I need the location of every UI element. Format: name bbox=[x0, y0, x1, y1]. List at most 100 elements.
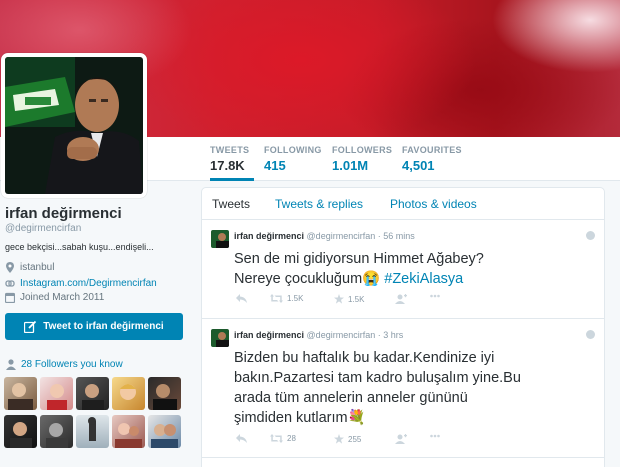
stat-following[interactable]: FOLLOWING 415 bbox=[264, 145, 324, 181]
retweet-button[interactable]: 1.5K bbox=[270, 294, 303, 303]
stat-label: FOLLOWING bbox=[264, 145, 322, 155]
stat-value: 17.8K bbox=[210, 158, 245, 173]
profile-avatar[interactable] bbox=[1, 53, 147, 198]
link-icon bbox=[5, 280, 15, 287]
tweet-avatar[interactable] bbox=[211, 230, 229, 248]
tab-tweets-replies[interactable]: Tweets & replies bbox=[275, 197, 363, 211]
follower-avatar[interactable] bbox=[76, 377, 109, 410]
add-user-icon bbox=[395, 434, 407, 444]
more-button[interactable] bbox=[430, 434, 440, 438]
reply-button[interactable] bbox=[236, 294, 247, 303]
retweet-count: 28 bbox=[287, 434, 296, 443]
followers-you-know-label: 28 Followers you know bbox=[21, 359, 123, 370]
person-icon bbox=[6, 359, 16, 370]
followers-you-know-link[interactable]: 28 Followers you know bbox=[5, 359, 123, 370]
favorite-button[interactable]: 255 bbox=[334, 434, 361, 444]
follower-photo bbox=[153, 384, 177, 410]
location-text: istanbul bbox=[20, 262, 55, 273]
more-button[interactable] bbox=[430, 294, 440, 298]
tab-photos-videos[interactable]: Photos & videos bbox=[390, 197, 477, 211]
follower-avatar[interactable] bbox=[76, 415, 109, 448]
crying-emoji: 😭 bbox=[362, 271, 381, 287]
compose-icon bbox=[24, 320, 37, 333]
tweet-avatar[interactable] bbox=[211, 329, 229, 347]
stat-label: FAVOURITES bbox=[402, 145, 462, 155]
follower-photo bbox=[82, 384, 104, 410]
tweet-header: irfan değirmenci @degirmencirfan · 3 hrs bbox=[234, 330, 403, 340]
favorite-count: 1.5K bbox=[348, 294, 365, 304]
profile-bio: gece bekçisi...sabah kuşu...endişeli... bbox=[5, 242, 154, 252]
stat-label: TWEETS bbox=[210, 145, 250, 155]
hashtag-link[interactable]: #ZekiAlasya bbox=[384, 271, 463, 287]
follower-photo bbox=[151, 424, 178, 448]
reply-icon bbox=[236, 434, 247, 443]
stat-followers[interactable]: FOLLOWERS 1.01M bbox=[332, 145, 392, 181]
tweet-to-label: Tweet to irfan değirmenci bbox=[43, 321, 164, 332]
retweet-count: 1.5K bbox=[287, 294, 304, 303]
follower-photo bbox=[88, 417, 96, 441]
follower-photo bbox=[8, 383, 33, 410]
tweet-line: Bizden bu haftalık bu kadar.Kendinize iy… bbox=[234, 350, 495, 366]
website-link[interactable]: Instagram.com/Degirmencirfan bbox=[20, 278, 157, 289]
follower-avatar[interactable] bbox=[4, 415, 37, 448]
follower-photo bbox=[120, 384, 136, 400]
follow-button[interactable] bbox=[395, 294, 407, 304]
follower-avatar[interactable] bbox=[40, 377, 73, 410]
tweet-line: Sen de mi gidiyorsun Himmet Ağabey? bbox=[234, 251, 484, 267]
tweet-to-button[interactable]: Tweet to irfan değirmenci bbox=[5, 313, 183, 340]
follower-avatar[interactable] bbox=[40, 415, 73, 448]
tweet-options-icon[interactable] bbox=[586, 330, 595, 339]
tweet-time[interactable]: · 3 hrs bbox=[378, 330, 404, 340]
follower-avatar[interactable] bbox=[112, 377, 145, 410]
tab-tweets[interactable]: Tweets bbox=[212, 197, 250, 211]
joined-text: Joined March 2011 bbox=[20, 292, 105, 303]
tweet-avatar-photo bbox=[211, 329, 229, 347]
stat-label: FOLLOWERS bbox=[332, 145, 393, 155]
more-icon bbox=[430, 294, 440, 298]
tweet-line-text: şimdiden kutlarım bbox=[234, 410, 348, 426]
tweet-time[interactable]: · 56 mins bbox=[378, 231, 415, 241]
tweet-author-handle[interactable]: @degirmencirfan bbox=[307, 330, 376, 340]
profile-handle[interactable]: @degirmencirfan bbox=[5, 223, 81, 234]
add-user-icon bbox=[395, 294, 407, 304]
profile-website[interactable]: Instagram.com/Degirmencirfan bbox=[5, 277, 157, 290]
location-pin-icon bbox=[6, 262, 14, 273]
reply-icon bbox=[236, 294, 247, 303]
follower-avatar[interactable] bbox=[4, 377, 37, 410]
tweet-author-name[interactable]: irfan değirmenci bbox=[234, 330, 304, 340]
bouquet-emoji: 💐 bbox=[347, 410, 366, 426]
stat-tweets[interactable]: TWEETS 17.8K bbox=[210, 145, 254, 181]
retweet-icon bbox=[270, 294, 283, 303]
calendar-icon bbox=[5, 292, 15, 303]
timeline-tabs: Tweets Tweets & replies Photos & videos bbox=[202, 188, 604, 220]
star-icon bbox=[334, 434, 344, 444]
tweet-avatar-photo bbox=[211, 230, 229, 248]
retweet-icon bbox=[270, 434, 283, 443]
tweet-line: Nereye çocukluğum😭 #ZekiAlasya bbox=[234, 269, 596, 289]
stat-value: 1.01M bbox=[332, 158, 369, 173]
favorite-button[interactable]: 1.5K bbox=[334, 294, 364, 304]
more-icon bbox=[430, 434, 440, 438]
tweet-text: Sen de mi gidiyorsun Himmet Ağabey? Nere… bbox=[234, 249, 596, 289]
profile-name[interactable]: irfan değirmenci bbox=[5, 205, 122, 222]
avatar-photo bbox=[5, 57, 143, 194]
retweet-button[interactable]: 28 bbox=[270, 434, 296, 443]
tweet-line: arada tüm annelerin anneler gününü bbox=[234, 390, 468, 406]
follower-avatar[interactable] bbox=[112, 415, 145, 448]
tweet-options-icon[interactable] bbox=[586, 231, 595, 240]
follower-avatar[interactable] bbox=[148, 377, 181, 410]
favorite-count: 255 bbox=[348, 434, 362, 444]
tweet-item[interactable]: irfan değirmenci @degirmencirfan · 56 mi… bbox=[202, 221, 604, 319]
reply-button[interactable] bbox=[236, 434, 247, 443]
follower-avatar[interactable] bbox=[148, 415, 181, 448]
stat-favourites[interactable]: FAVOURITES 4,501 bbox=[402, 145, 462, 181]
timeline: Tweets Tweets & replies Photos & videos … bbox=[201, 187, 605, 467]
tweet-header: irfan değirmenci @degirmencirfan · 56 mi… bbox=[234, 231, 415, 241]
tweet-author-handle[interactable]: @degirmencirfan bbox=[307, 231, 376, 241]
tweet-text: Bizden bu haftalık bu kadar.Kendinize iy… bbox=[234, 348, 596, 428]
tweet-item[interactable]: irfan değirmenci @degirmencirfan · 3 hrs… bbox=[202, 320, 604, 458]
tweet-author-name[interactable]: irfan değirmenci bbox=[234, 231, 304, 241]
tweet-line: bakın.Pazartesi tam kadro buluşalım yine… bbox=[234, 370, 521, 386]
follow-button[interactable] bbox=[395, 434, 407, 444]
follower-photo bbox=[46, 423, 68, 448]
